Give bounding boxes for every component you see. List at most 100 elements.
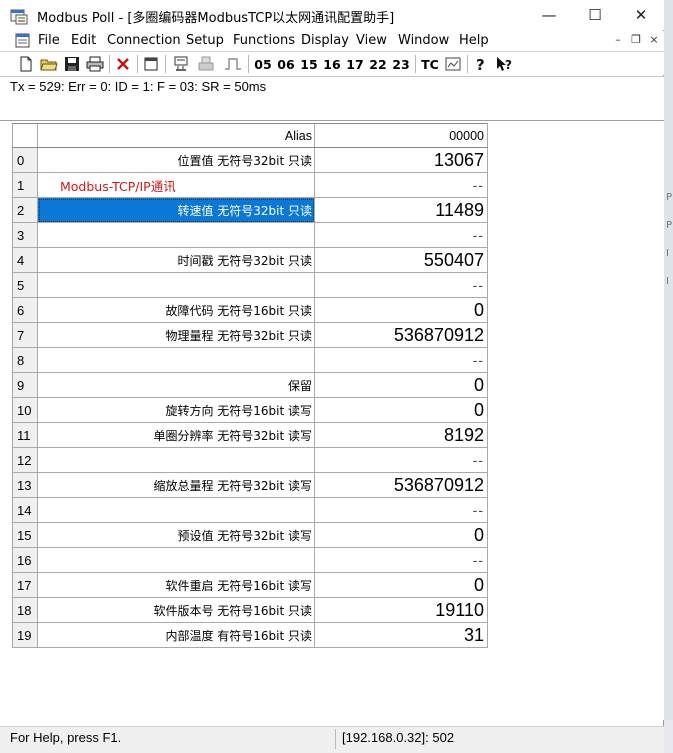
register-value-cell[interactable]: 0 — [314, 397, 488, 423]
alias-column-header[interactable]: Alias — [37, 123, 315, 148]
alias-cell[interactable] — [37, 447, 315, 473]
function-23-button[interactable]: 23 — [391, 54, 411, 74]
row-number[interactable]: 17 — [12, 572, 38, 598]
register-value-cell[interactable]: -- — [314, 547, 488, 573]
alias-cell[interactable]: 软件重启 无符号16bit 读写 — [37, 572, 315, 598]
close-button[interactable]: ✕ — [618, 0, 664, 30]
row-number[interactable]: 7 — [12, 322, 38, 348]
row-number[interactable]: 16 — [12, 547, 38, 573]
register-value-cell[interactable]: 0 — [314, 572, 488, 598]
alias-cell[interactable]: 故障代码 无符号16bit 只读 — [37, 297, 315, 323]
read-write-definition-button[interactable] — [171, 54, 193, 74]
address-column-header[interactable]: 00000 — [314, 123, 488, 148]
register-value-cell[interactable]: -- — [314, 447, 488, 473]
row-number[interactable]: 9 — [12, 372, 38, 398]
row-number[interactable]: 19 — [12, 622, 38, 648]
new-window-button[interactable] — [141, 54, 161, 74]
context-help-button[interactable]: ? — [494, 54, 516, 74]
menu-edit[interactable]: Edit — [71, 33, 96, 48]
document-icon[interactable] — [14, 32, 32, 50]
register-value-cell[interactable]: 8192 — [314, 422, 488, 448]
maximize-button[interactable]: ☐ — [572, 0, 618, 30]
row-number[interactable]: 10 — [12, 397, 38, 423]
register-value-cell[interactable]: -- — [314, 172, 488, 198]
register-value-cell[interactable]: 536870912 — [314, 472, 488, 498]
alias-cell[interactable]: 保留 — [37, 372, 315, 398]
row-number[interactable]: 4 — [12, 247, 38, 273]
alias-cell[interactable] — [37, 222, 315, 248]
alias-cell[interactable]: 缩放总量程 无符号32bit 读写 — [37, 472, 315, 498]
new-button[interactable] — [16, 54, 36, 74]
register-value-cell[interactable]: 31 — [314, 622, 488, 648]
alias-cell[interactable]: 内部温度 有符号16bit 只读 — [37, 622, 315, 648]
function-06-button[interactable]: 06 — [276, 54, 296, 74]
row-number[interactable]: 13 — [12, 472, 38, 498]
disconnect-button[interactable] — [113, 54, 133, 74]
register-value-cell[interactable]: 13067 — [314, 147, 488, 173]
function-22-button[interactable]: 22 — [368, 54, 388, 74]
register-value-cell[interactable]: 19110 — [314, 597, 488, 623]
communication-traffic-button[interactable] — [443, 54, 463, 74]
alias-cell[interactable] — [37, 497, 315, 523]
menu-help[interactable]: Help — [459, 33, 489, 48]
menu-file[interactable]: File — [38, 33, 60, 48]
mdi-close-button[interactable]: × — [645, 33, 663, 49]
alias-cell[interactable]: 转速值 无符号32bit 只读 — [37, 197, 315, 223]
register-value-cell[interactable]: -- — [314, 497, 488, 523]
row-number[interactable]: 14 — [12, 497, 38, 523]
function-15-button[interactable]: 15 — [299, 54, 319, 74]
row-number[interactable]: 18 — [12, 597, 38, 623]
menu-view[interactable]: View — [356, 33, 387, 48]
row-number[interactable]: 5 — [12, 272, 38, 298]
alias-cell[interactable]: 预设值 无符号32bit 读写 — [37, 522, 315, 548]
register-value-cell[interactable]: 0 — [314, 372, 488, 398]
alias-cell[interactable] — [37, 547, 315, 573]
register-value-cell[interactable]: 0 — [314, 522, 488, 548]
menu-connection[interactable]: Connection — [107, 33, 181, 48]
register-value-cell[interactable]: 11489 — [314, 197, 488, 223]
print-button[interactable] — [84, 54, 106, 74]
register-value-cell[interactable]: -- — [314, 272, 488, 298]
alias-cell[interactable]: 软件版本号 无符号16bit 只读 — [37, 597, 315, 623]
save-button[interactable] — [62, 54, 82, 74]
open-button[interactable] — [38, 54, 60, 74]
menu-setup[interactable]: Setup — [186, 33, 224, 48]
pulse-button[interactable] — [222, 54, 244, 74]
alias-cell[interactable]: 时间戳 无符号32bit 只读 — [37, 247, 315, 273]
function-05-button[interactable]: 05 — [253, 54, 273, 74]
grid-corner-cell[interactable] — [12, 123, 38, 148]
function-16-button[interactable]: 16 — [322, 54, 342, 74]
menu-window[interactable]: Window — [398, 33, 449, 48]
menu-functions[interactable]: Functions — [233, 33, 295, 48]
row-number[interactable]: 12 — [12, 447, 38, 473]
row-number[interactable]: 15 — [12, 522, 38, 548]
tc-button[interactable]: TC — [419, 54, 441, 74]
alias-cell[interactable]: 位置值 无符号32bit 只读 — [37, 147, 315, 173]
row-number[interactable]: 3 — [12, 222, 38, 248]
row-number[interactable]: 11 — [12, 422, 38, 448]
row-number[interactable]: 1 — [12, 172, 38, 198]
mdi-restore-button[interactable]: ❐ — [627, 33, 645, 49]
poll-definition-button[interactable] — [195, 54, 217, 74]
alias-cell[interactable]: 旋转方向 无符号16bit 读写 — [37, 397, 315, 423]
alias-cell[interactable]: 物理量程 无符号32bit 只读 — [37, 322, 315, 348]
register-value-cell[interactable]: 536870912 — [314, 322, 488, 348]
alias-cell[interactable] — [37, 272, 315, 298]
register-value-cell[interactable]: -- — [314, 347, 488, 373]
register-value-cell[interactable]: 0 — [314, 297, 488, 323]
menu-display[interactable]: Display — [301, 33, 349, 48]
row-number[interactable]: 2 — [12, 197, 38, 223]
row-number[interactable]: 0 — [12, 147, 38, 173]
register-value-cell[interactable]: -- — [314, 222, 488, 248]
alias-cell[interactable]: 单圈分辨率 无符号32bit 读写 — [37, 422, 315, 448]
mdi-minimize-button[interactable]: – — [609, 33, 627, 49]
row-number[interactable]: 6 — [12, 297, 38, 323]
alias-cell[interactable]: Modbus-TCP/IP通讯 — [37, 172, 315, 198]
alias-cell[interactable] — [37, 347, 315, 373]
minimize-button[interactable]: — — [526, 0, 572, 30]
function-17-button[interactable]: 17 — [345, 54, 365, 74]
register-value-cell[interactable]: 550407 — [314, 247, 488, 273]
title-bar[interactable]: Modbus Poll - [多圈编码器ModbusTCP以太网通讯配置助手] … — [0, 0, 664, 30]
about-button[interactable]: ? — [471, 54, 491, 74]
row-number[interactable]: 8 — [12, 347, 38, 373]
